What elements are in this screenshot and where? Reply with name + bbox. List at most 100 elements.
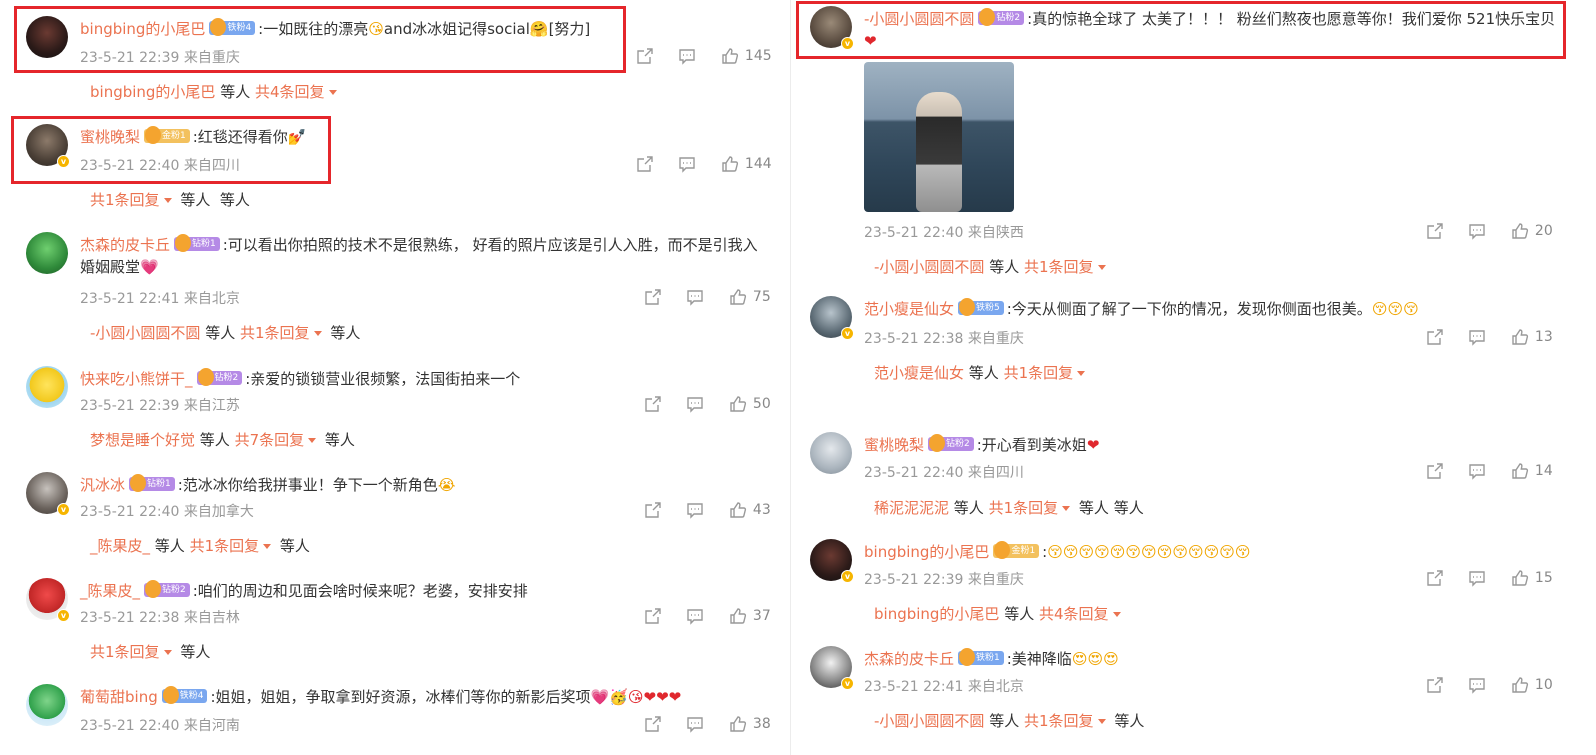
username-link[interactable]: 快来吃小熊饼干_ bbox=[80, 370, 193, 388]
like-button[interactable] bbox=[729, 715, 747, 733]
like-button[interactable] bbox=[729, 288, 747, 306]
share-button[interactable] bbox=[1426, 569, 1444, 587]
share-button[interactable] bbox=[1426, 328, 1444, 346]
reply-count-link[interactable]: 共1条回复 bbox=[190, 537, 260, 555]
reply-summary[interactable]: 范小瘦是仙女 等人 共1条回复 bbox=[874, 362, 1089, 383]
reply-count-link[interactable]: 共1条回复 bbox=[1024, 258, 1094, 276]
reply-user[interactable]: 梦想是睡个好觉 bbox=[90, 431, 195, 449]
comment-button[interactable] bbox=[1468, 569, 1486, 587]
share-button[interactable] bbox=[1426, 676, 1444, 694]
reply-count-link[interactable]: 共1条回复 bbox=[90, 643, 160, 661]
comment-meta: 23-5-21 22:40 来自四川 bbox=[864, 462, 1024, 482]
share-button[interactable] bbox=[636, 155, 654, 173]
comment-button[interactable] bbox=[678, 155, 696, 173]
like-button[interactable] bbox=[721, 155, 739, 173]
share-button[interactable] bbox=[644, 395, 662, 413]
reply-summary[interactable]: bingbing的小尾巴 等人 共4条回复 bbox=[90, 81, 341, 102]
comment-actions: 145 bbox=[636, 47, 772, 65]
like-button[interactable] bbox=[721, 47, 739, 65]
reply-user[interactable]: bingbing的小尾巴 bbox=[90, 83, 215, 101]
reply-count-link[interactable]: 共1条回复 bbox=[1024, 712, 1094, 730]
username-link[interactable]: 蜜桃晚梨 bbox=[864, 436, 924, 454]
reply-user[interactable]: -小圆小圆圆不圆 bbox=[874, 712, 984, 730]
highlight-box bbox=[11, 116, 331, 184]
reply-summary[interactable]: -小圆小圆圆不圆 等人 共1条回复 等人 bbox=[874, 710, 1144, 731]
photo-figure bbox=[916, 92, 962, 212]
username-link[interactable]: 范小瘦是仙女 bbox=[864, 300, 954, 318]
reply-summary[interactable]: bingbing的小尾巴 等人 共4条回复 bbox=[874, 603, 1125, 624]
reply-count-link[interactable]: 共1条回复 bbox=[1004, 364, 1074, 382]
attached-photo[interactable] bbox=[864, 62, 1014, 212]
comment-button[interactable] bbox=[1468, 328, 1486, 346]
share-button[interactable] bbox=[644, 607, 662, 625]
reply-count-link[interactable]: 共4条回复 bbox=[1039, 605, 1109, 623]
comment-icon bbox=[1469, 571, 1486, 587]
comment-button[interactable] bbox=[678, 47, 696, 65]
comment-button[interactable] bbox=[686, 288, 704, 306]
like-button[interactable] bbox=[729, 501, 747, 519]
like-button[interactable] bbox=[1511, 569, 1529, 587]
like-button[interactable] bbox=[1511, 676, 1529, 694]
reply-user[interactable]: -小圆小圆圆不圆 bbox=[90, 324, 200, 342]
reply-summary[interactable]: 共1条回复 等人 bbox=[90, 641, 210, 662]
reply-summary[interactable]: -小圆小圆圆不圆 等人 共1条回复 等人 bbox=[90, 322, 360, 343]
reply-summary[interactable]: 稀泥泥泥泥 等人 共1条回复 等人 等人 bbox=[874, 497, 1144, 518]
share-button[interactable] bbox=[644, 715, 662, 733]
emoji: 😍😍😍 bbox=[1071, 650, 1119, 668]
like-count: 144 bbox=[744, 156, 772, 172]
share-button[interactable] bbox=[1426, 462, 1444, 480]
reply-etc-2: 等人 bbox=[324, 431, 355, 449]
emoji: 😚😚😚 bbox=[1371, 300, 1419, 318]
reply-count-link[interactable]: 共1条回复 bbox=[240, 324, 310, 342]
avatar[interactable] bbox=[26, 366, 68, 408]
username-link[interactable]: 汎冰冰 bbox=[80, 476, 125, 494]
comment-content: 葡萄甜bing 铁粉4:姐姐，姐姐，争取拿到好资源，冰棒们等你的新影后奖项💗🥳😘❤… bbox=[80, 685, 681, 708]
avatar[interactable] bbox=[26, 684, 68, 726]
comment-meta: 23-5-21 22:38 来自吉林 bbox=[80, 607, 240, 627]
verified-icon: v bbox=[841, 570, 854, 583]
avatar[interactable] bbox=[810, 432, 852, 474]
reply-summary[interactable]: -小圆小圆圆不圆 等人 共1条回复 bbox=[874, 256, 1110, 277]
reply-count-link[interactable]: 共7条回复 bbox=[235, 431, 305, 449]
comment-button[interactable] bbox=[1468, 462, 1486, 480]
like-button[interactable] bbox=[729, 395, 747, 413]
reply-summary[interactable]: _陈果皮_ 等人 共1条回复 等人 bbox=[90, 535, 310, 556]
reply-user[interactable]: bingbing的小尾巴 bbox=[874, 605, 999, 623]
username-link[interactable]: 葡萄甜bing bbox=[80, 688, 158, 706]
share-button[interactable] bbox=[644, 501, 662, 519]
username-link[interactable]: 杰森的皮卡丘 bbox=[80, 236, 170, 254]
avatar[interactable] bbox=[26, 232, 68, 274]
comment-content: 范小瘦是仙女 铁粉5:今天从侧面了解了一下你的情况，发现你侧面也很美。😚😚😚 bbox=[864, 297, 1419, 320]
reply-summary[interactable]: 共1条回复 等人 等人 bbox=[90, 189, 250, 210]
reply-user[interactable]: -小圆小圆圆不圆 bbox=[874, 258, 984, 276]
reply-count-link[interactable]: 共1条回复 bbox=[90, 191, 160, 209]
share-button[interactable] bbox=[636, 47, 654, 65]
like-button[interactable] bbox=[1511, 462, 1529, 480]
reply-count-link[interactable]: 共4条回复 bbox=[255, 83, 325, 101]
share-button[interactable] bbox=[644, 288, 662, 306]
share-button[interactable] bbox=[1426, 222, 1444, 240]
comment-button[interactable] bbox=[686, 607, 704, 625]
like-button[interactable] bbox=[1511, 328, 1529, 346]
comment-text: :亲爱的锁锁营业很频繁，法国街拍来一个 bbox=[245, 370, 521, 388]
like-button[interactable] bbox=[729, 607, 747, 625]
comment-button[interactable] bbox=[1468, 222, 1486, 240]
like-count: 14 bbox=[1534, 463, 1553, 479]
thumbs-up-icon bbox=[1512, 329, 1528, 345]
comment-item: v 汎冰冰 钻粉1:范冰冰你给我拼事业！争下一个新角色😭 23-5-21 22:4… bbox=[26, 472, 776, 572]
comment-button[interactable] bbox=[686, 395, 704, 413]
comment-button[interactable] bbox=[1468, 676, 1486, 694]
comment-button[interactable] bbox=[686, 501, 704, 519]
username-link[interactable]: 杰森的皮卡丘 bbox=[864, 650, 954, 668]
reply-count-link[interactable]: 共1条回复 bbox=[989, 499, 1059, 517]
fan-badge: 钻粉2 bbox=[928, 433, 974, 452]
username-link[interactable]: bingbing的小尾巴 bbox=[864, 543, 989, 561]
reply-user[interactable]: _陈果皮_ bbox=[90, 537, 150, 555]
thumbs-up-icon bbox=[730, 502, 746, 518]
username-link[interactable]: _陈果皮_ bbox=[80, 582, 140, 600]
reply-user[interactable]: 稀泥泥泥泥 bbox=[874, 499, 949, 517]
reply-summary[interactable]: 梦想是睡个好觉 等人 共7条回复 等人 bbox=[90, 429, 355, 450]
like-button[interactable] bbox=[1511, 222, 1529, 240]
reply-user[interactable]: 范小瘦是仙女 bbox=[874, 364, 964, 382]
comment-button[interactable] bbox=[686, 715, 704, 733]
